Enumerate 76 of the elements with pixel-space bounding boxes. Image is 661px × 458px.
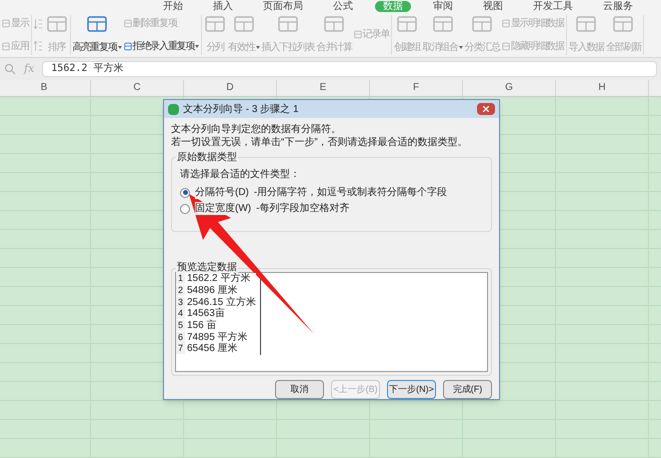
tool-icon bbox=[2, 18, 10, 28]
column-header[interactable]: C bbox=[91, 80, 184, 96]
tool-icon bbox=[277, 14, 300, 34]
preview-cell-text: 1562.2 平方米 bbox=[186, 273, 250, 284]
preview-cell-text: 156 亩 bbox=[186, 320, 216, 332]
row-number: 4 bbox=[176, 308, 185, 320]
radio-button[interactable] bbox=[180, 204, 190, 214]
ribbon-tab[interactable]: 页面布局 bbox=[255, 0, 311, 12]
tool-icon bbox=[124, 42, 132, 50]
caret-icon bbox=[195, 44, 200, 48]
radio-label[interactable]: 固定宽度(W) bbox=[195, 202, 252, 215]
ribbon-button[interactable]: 高亮重复项 bbox=[72, 14, 122, 55]
preview-cell-text: 65456 厘米 bbox=[186, 343, 238, 354]
ribbon-tab[interactable]: 开发工具 bbox=[525, 0, 581, 12]
tool-icon bbox=[323, 14, 346, 34]
intro-text: 若一切设置无误，请单击“下一步”，否则请选择最合适的数据类型。 bbox=[171, 136, 469, 149]
dialog-button[interactable]: 完成(F) bbox=[443, 380, 492, 399]
ribbon-tab[interactable]: 视图 bbox=[475, 0, 511, 12]
row-number: 6 bbox=[176, 332, 185, 343]
ribbon-tab[interactable]: 公式 bbox=[325, 0, 361, 12]
app-icon bbox=[168, 104, 179, 114]
dialog-button[interactable]: 下一步(N)> bbox=[387, 380, 436, 399]
group-legend: 原始数据类型 bbox=[176, 151, 238, 164]
intro-text: 文本分列向导判定您的数据有分隔符。 bbox=[171, 123, 342, 136]
prompt-text: 请选择最合适的文件类型： bbox=[180, 168, 301, 181]
tool-icon bbox=[575, 14, 598, 34]
preview-cell-text: 74895 平方米 bbox=[186, 332, 248, 343]
tool-icon bbox=[46, 14, 68, 34]
tool-icon bbox=[471, 14, 494, 34]
option-description: -每列字段加空格对齐 bbox=[256, 202, 350, 215]
sort-descending-icon bbox=[34, 38, 42, 52]
formula-field[interactable]: 1562.2 平方米 bbox=[42, 61, 657, 77]
close-button[interactable] bbox=[477, 103, 495, 115]
sort-ascending-icon bbox=[34, 16, 42, 30]
caret-icon bbox=[256, 46, 260, 49]
ribbon-button[interactable]: 拒绝录入重复项 bbox=[124, 38, 200, 54]
column-header[interactable]: B bbox=[0, 80, 91, 96]
column-header[interactable]: D bbox=[184, 80, 277, 96]
tool-icon bbox=[2, 42, 10, 50]
group-legend: 预览选定数据 bbox=[176, 261, 238, 274]
preview-cell-text: 2546.15 立方米 bbox=[186, 296, 256, 308]
tool-icon bbox=[86, 14, 108, 34]
tool-icon bbox=[354, 30, 362, 39]
row-number: 5 bbox=[176, 320, 185, 332]
row-number: 1 bbox=[176, 273, 185, 284]
ribbon-tab[interactable]: 云服务 bbox=[595, 0, 641, 12]
column-header[interactable]: G bbox=[463, 80, 556, 96]
dialog-title: 文本分列向导 - 3 步骤之 1 bbox=[183, 102, 300, 116]
caret-icon bbox=[118, 46, 122, 49]
tool-icon bbox=[204, 14, 226, 34]
option-description: -用分隔字符，如逗号或制表符分隔每个字段 bbox=[254, 186, 448, 199]
tool-icon bbox=[502, 18, 510, 28]
close-icon bbox=[483, 106, 489, 112]
preview-cell-text: 54896 厘米 bbox=[186, 285, 238, 296]
tool-icon bbox=[396, 14, 418, 34]
radio-button[interactable] bbox=[180, 188, 190, 198]
tool-icon bbox=[612, 14, 634, 34]
column-header[interactable]: F bbox=[370, 80, 463, 96]
row-number: 7 bbox=[176, 343, 185, 354]
row-number: 3 bbox=[176, 296, 185, 308]
tool-icon bbox=[432, 14, 454, 34]
dialog-button[interactable]: 取消 bbox=[275, 380, 324, 399]
tool-icon bbox=[502, 42, 510, 50]
tool-icon bbox=[124, 18, 132, 28]
function-label: fx bbox=[24, 60, 34, 77]
caret-icon bbox=[458, 46, 463, 49]
preview-cell-text: 14563亩 bbox=[186, 308, 225, 320]
ribbon-tab[interactable]: 审阅 bbox=[425, 0, 461, 12]
row-number: 2 bbox=[176, 285, 185, 296]
column-header[interactable]: E bbox=[277, 80, 370, 96]
tool-icon bbox=[232, 14, 255, 34]
ribbon-tab[interactable]: 开始 bbox=[155, 0, 191, 12]
radio-label[interactable]: 分隔符号(D) bbox=[195, 186, 249, 199]
column-header[interactable]: H bbox=[556, 80, 649, 96]
ribbon-tab[interactable]: 插入 bbox=[205, 0, 241, 12]
zoom-icon bbox=[4, 63, 16, 75]
